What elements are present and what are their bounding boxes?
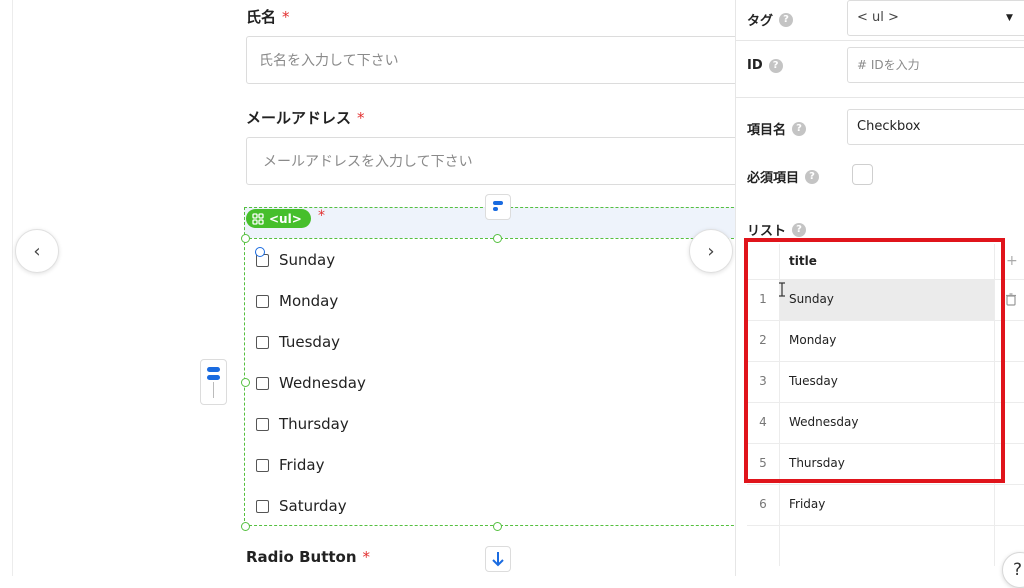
- email-field-label: メールアドレス *: [246, 109, 365, 127]
- id-input[interactable]: # IDを入力: [847, 47, 1024, 83]
- radio-field-label: Radio Button *: [246, 548, 371, 566]
- tag-label: タグ?: [747, 10, 794, 29]
- block-required-mark: *: [318, 208, 325, 224]
- cursor-dot-icon: [255, 247, 265, 257]
- checkbox[interactable]: [256, 376, 269, 390]
- next-slide-button[interactable]: ›: [689, 229, 733, 273]
- item-name-label: 項目名?: [747, 119, 807, 138]
- chevron-right-icon: ›: [707, 240, 715, 262]
- selected-tag-badge[interactable]: <ul>: [246, 209, 311, 228]
- checkbox[interactable]: [256, 499, 269, 513]
- row-handle-icon: [207, 367, 220, 398]
- grid-icon: [252, 212, 264, 225]
- selected-tag-label: <ul>: [269, 211, 302, 226]
- resize-handle-bc[interactable]: [493, 522, 502, 531]
- add-row-icon[interactable]: +: [1006, 244, 1018, 279]
- table-row[interactable]: 6 Friday: [747, 484, 1024, 526]
- table-cell: [779, 525, 995, 566]
- drag-handle-icon: [493, 201, 503, 211]
- list-item[interactable]: Wednesday: [256, 374, 366, 392]
- help-icon[interactable]: ?: [779, 12, 794, 27]
- id-label: ID?: [747, 58, 783, 73]
- list-item[interactable]: Friday: [256, 456, 324, 474]
- list-label: リスト?: [747, 220, 807, 239]
- table-row: [747, 525, 1024, 566]
- resize-handle-tc[interactable]: [493, 234, 502, 243]
- resize-handle-tl[interactable]: [241, 234, 250, 243]
- help-icon[interactable]: ?: [805, 169, 820, 184]
- list-item[interactable]: Thursday: [256, 415, 349, 433]
- name-input[interactable]: 氏名を入力して下さい: [246, 36, 746, 84]
- resize-handle-bl[interactable]: [241, 522, 250, 531]
- resize-handle-ml[interactable]: [241, 378, 250, 387]
- prev-slide-button[interactable]: ‹: [15, 229, 59, 273]
- tag-select[interactable]: < ul > ▼: [847, 0, 1024, 36]
- list-item[interactable]: Saturday: [256, 497, 347, 515]
- help-icon[interactable]: ?: [792, 222, 807, 237]
- checkbox[interactable]: [256, 458, 269, 472]
- list-item[interactable]: Monday: [256, 292, 338, 310]
- chevron-left-icon: ‹: [33, 240, 41, 262]
- checkbox[interactable]: [256, 417, 269, 431]
- list-item[interactable]: Tuesday: [256, 333, 340, 351]
- move-down-button[interactable]: [485, 546, 511, 572]
- trash-icon[interactable]: [1005, 293, 1017, 306]
- panel-divider: [735, 97, 1024, 98]
- arrow-down-icon: [492, 552, 504, 567]
- drag-handle-button[interactable]: [485, 194, 511, 220]
- dropdown-caret-icon: ▼: [1006, 13, 1013, 23]
- row-number: 6: [759, 497, 767, 511]
- email-input[interactable]: メールアドレスを入力して下さい: [246, 137, 746, 185]
- row-handle-button[interactable]: [200, 359, 227, 405]
- required-label: 必須項目?: [747, 167, 820, 186]
- item-name-input[interactable]: Checkbox: [847, 109, 1024, 145]
- list-item[interactable]: Sunday: [256, 251, 335, 269]
- name-field-label: 氏名 *: [246, 8, 290, 26]
- checkbox[interactable]: [256, 294, 269, 308]
- help-bubble-button[interactable]: ?: [1002, 552, 1024, 588]
- panel-divider: [735, 40, 1024, 41]
- table-cell[interactable]: Friday: [779, 484, 995, 525]
- required-checkbox[interactable]: [852, 164, 873, 185]
- highlight-box: [744, 238, 1005, 483]
- help-icon[interactable]: ?: [768, 58, 783, 73]
- help-icon[interactable]: ?: [792, 121, 807, 136]
- checkbox[interactable]: [256, 335, 269, 349]
